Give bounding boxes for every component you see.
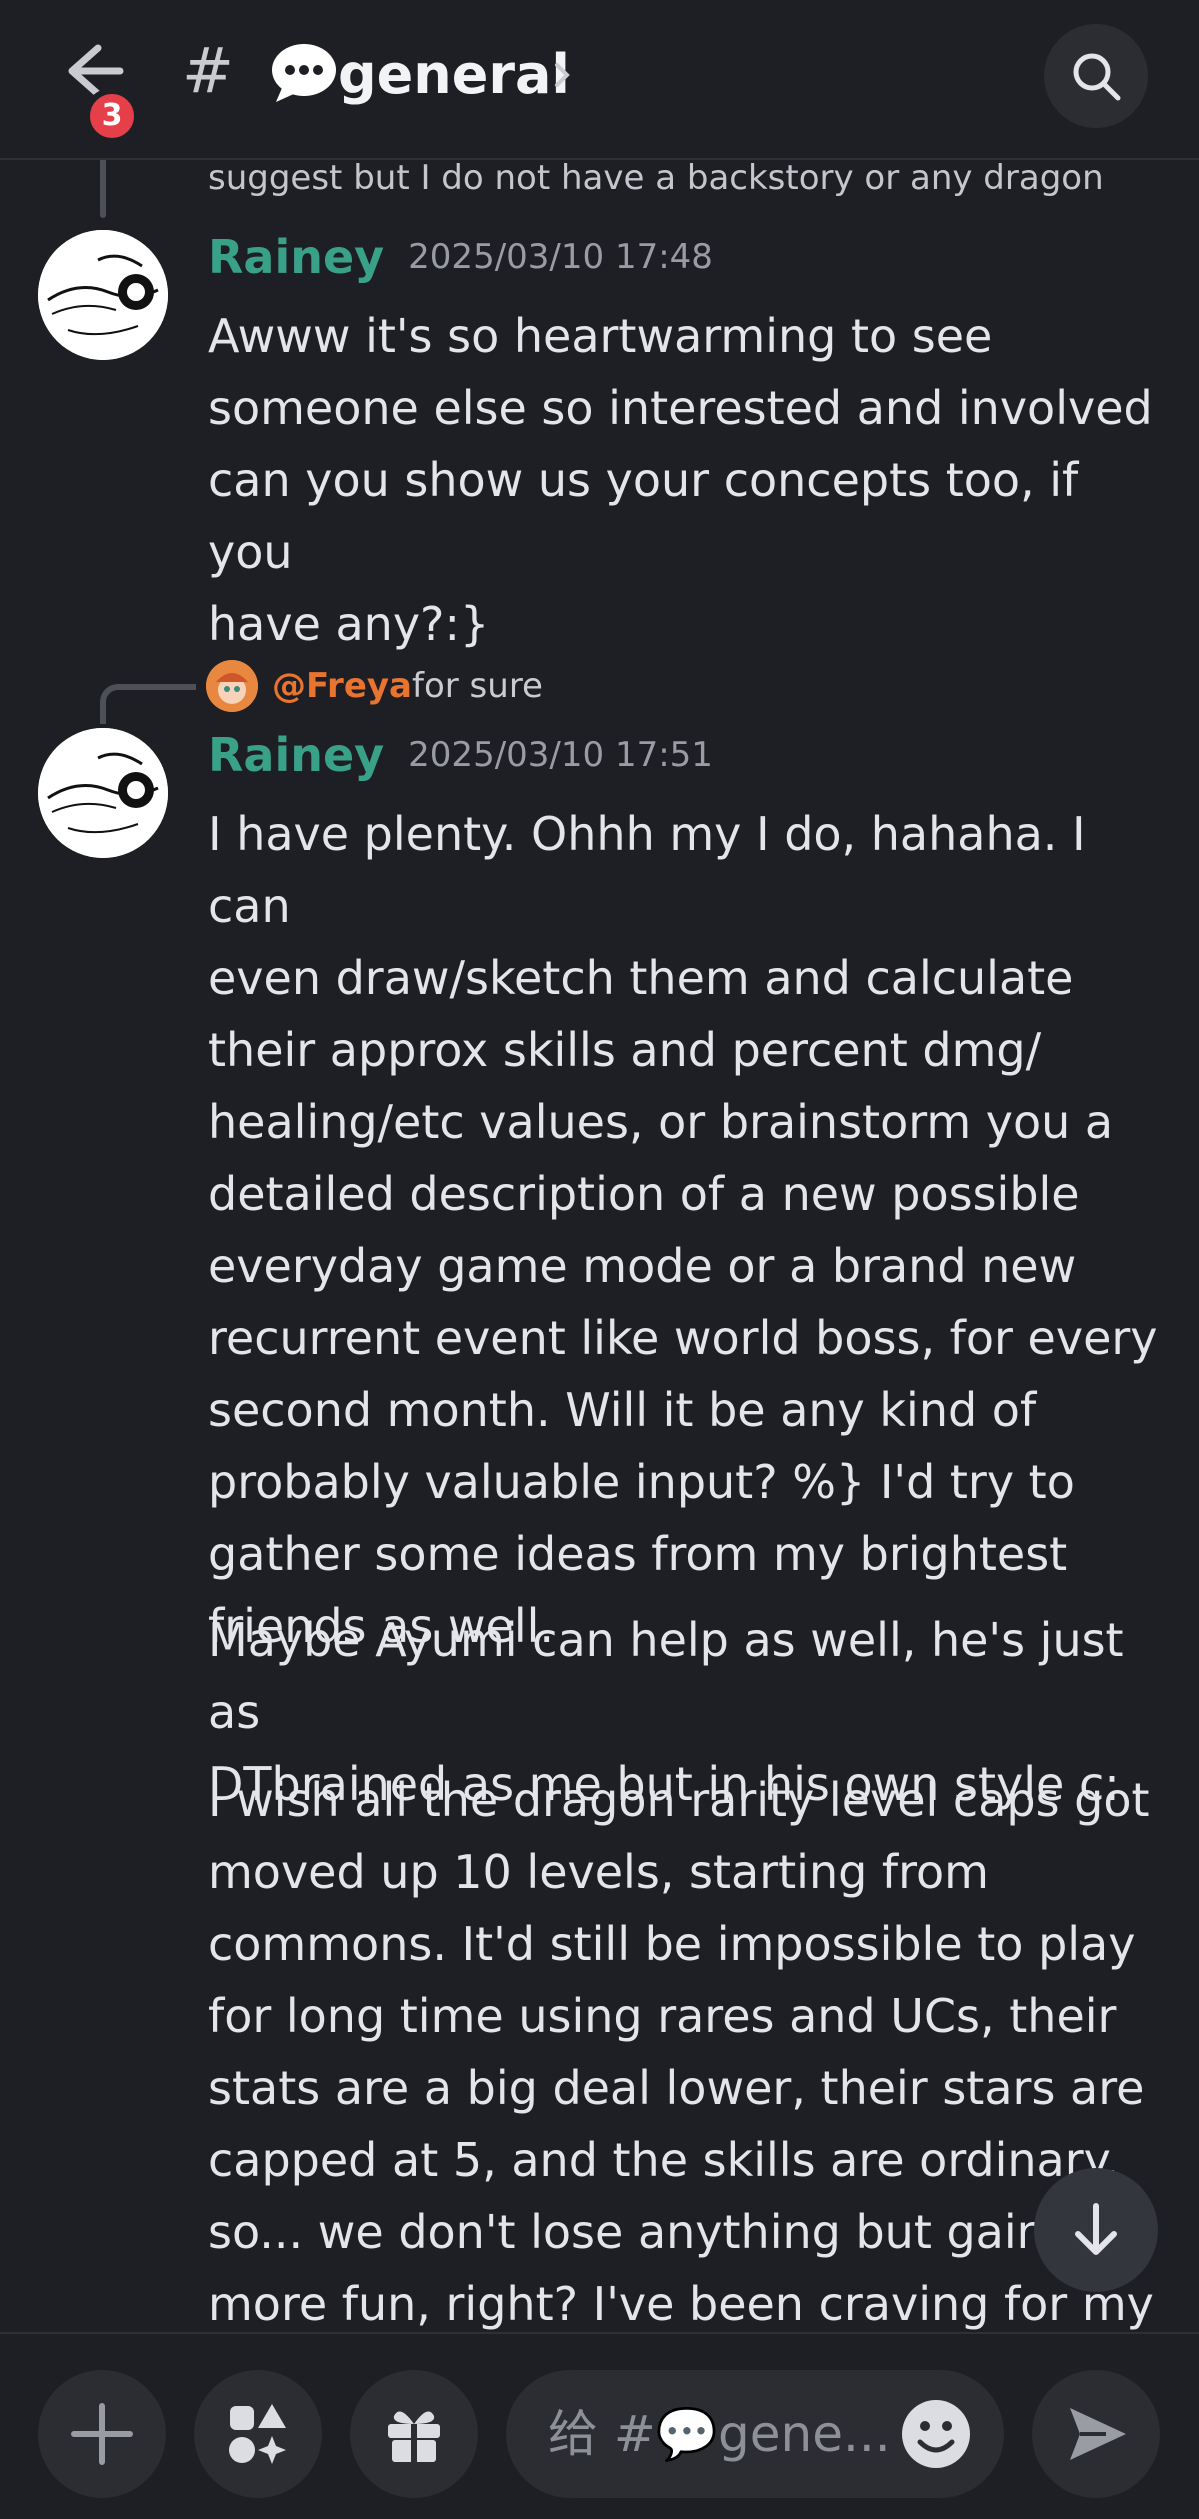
avatar[interactable]: [38, 230, 168, 360]
reply-mention[interactable]: @Freya: [272, 662, 412, 710]
message-input[interactable]: 给 #💬gene...: [506, 2370, 1004, 2498]
send-button[interactable]: [1032, 2370, 1160, 2498]
channel-hash-icon: #: [182, 34, 234, 107]
arrow-down-icon: [1075, 2203, 1117, 2255]
send-icon: [1070, 2408, 1126, 2460]
channel-header: 3 # general: [0, 0, 1199, 160]
plus-icon: [71, 2403, 133, 2465]
reply-preview-text: for sure: [412, 666, 543, 706]
message-text: Awww it's so heartwarming to see someone…: [208, 309, 1153, 651]
thread-connector: [100, 160, 106, 218]
emoji-icon[interactable]: [900, 2398, 972, 2470]
previous-message-tail: suggest but I do not have a backstory or…: [208, 160, 1104, 198]
search-icon: [1073, 53, 1121, 101]
apps-icon: [229, 2404, 286, 2464]
message-composer: 给 #💬gene...: [0, 2332, 1199, 2519]
reply-avatar: [206, 660, 258, 712]
author-name[interactable]: Rainey: [208, 230, 384, 284]
reply-reference[interactable]: @Freya for sure: [0, 650, 1199, 724]
message-text: I have plenty. Ohhh my I do, hahaha. I c…: [208, 807, 1158, 1653]
message-list[interactable]: suggest but I do not have a backstory or…: [0, 160, 1199, 2332]
avatar-image: [38, 728, 168, 858]
message-header: Rainey 2025/03/10 17:51: [208, 728, 713, 788]
gift-icon: [388, 2411, 440, 2462]
timestamp: 2025/03/10 17:51: [408, 735, 713, 775]
timestamp: 2025/03/10 17:48: [408, 237, 713, 277]
avatar[interactable]: [38, 728, 168, 858]
chevron-right-icon[interactable]: [552, 60, 572, 90]
message-header: Rainey 2025/03/10 17:48: [208, 230, 713, 290]
unread-badge: 3: [84, 88, 140, 144]
gift-button[interactable]: [350, 2370, 478, 2498]
jump-to-present-button[interactable]: [1034, 2168, 1158, 2292]
author-name[interactable]: Rainey: [208, 728, 384, 782]
apps-button[interactable]: [194, 2370, 322, 2498]
channel-name[interactable]: general: [338, 42, 570, 108]
message-text: I wish all the dragon rarity level caps …: [208, 1773, 1154, 2331]
message-input-placeholder: 给 #💬gene...: [548, 2405, 891, 2463]
reply-connector: [100, 684, 196, 724]
speech-bubble-icon: [272, 44, 336, 102]
search-button[interactable]: [1044, 24, 1148, 128]
avatar-image: [38, 230, 168, 360]
chat-screen: 3 # general suggest but I do not have a …: [0, 0, 1199, 2519]
attach-button[interactable]: [38, 2370, 166, 2498]
